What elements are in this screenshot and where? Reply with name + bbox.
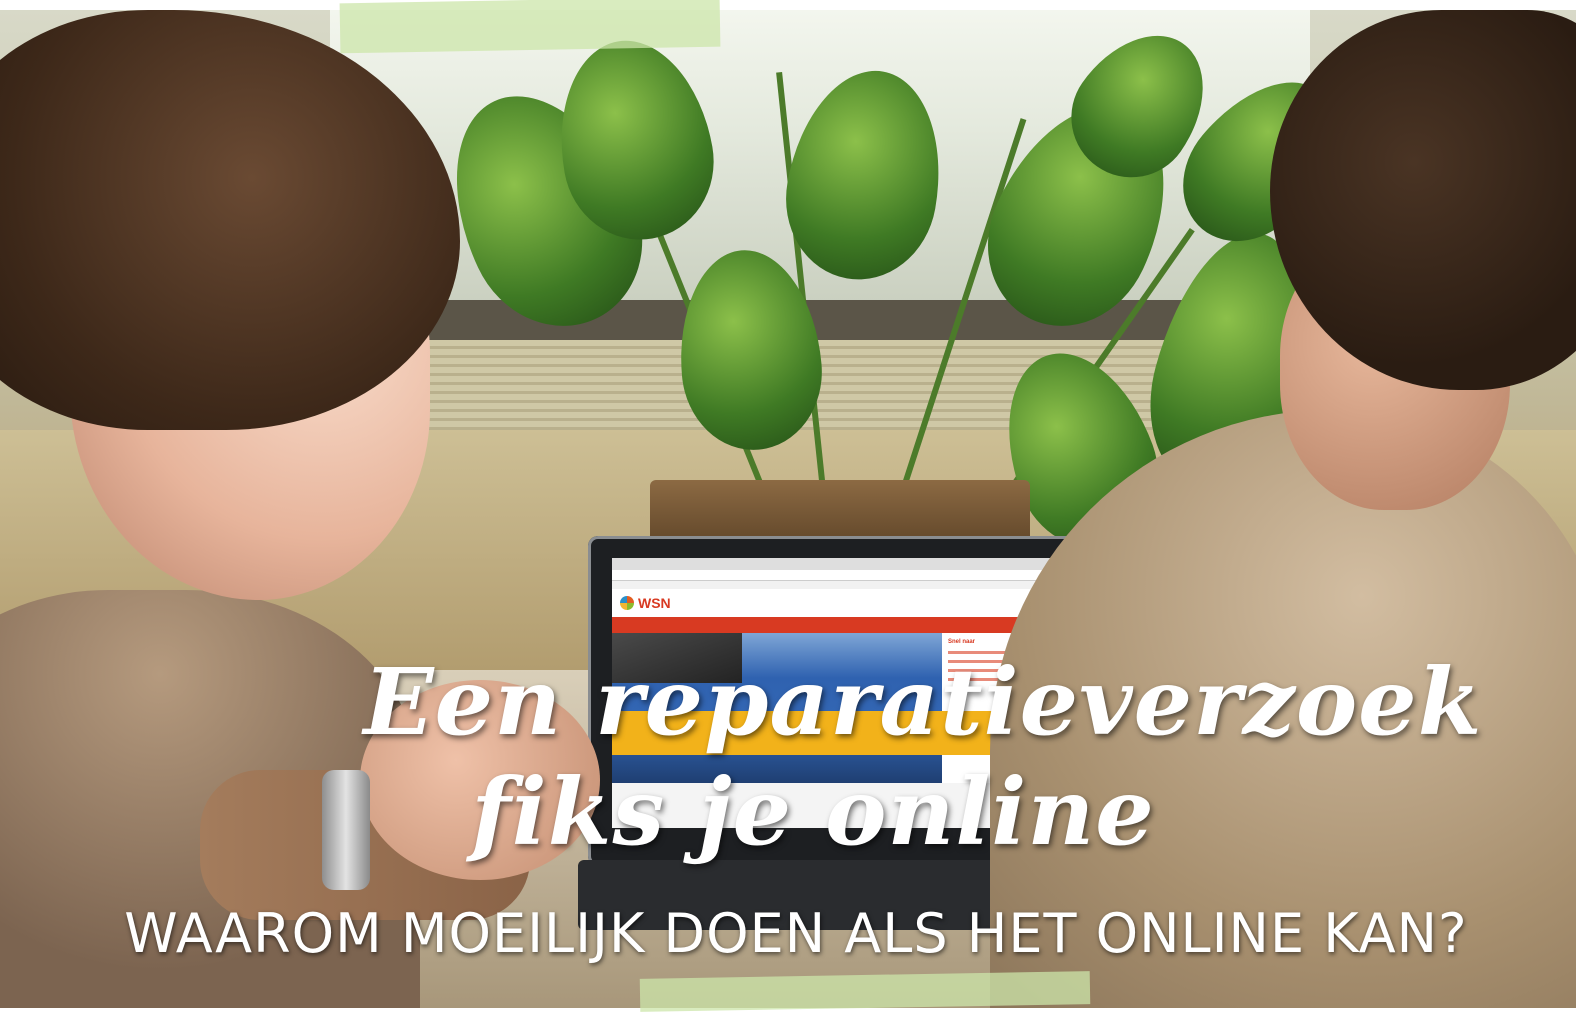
browser-address-bar (612, 570, 1056, 581)
headline-line-1: Een reparatieverzoek (363, 648, 1483, 756)
subheadline: WAAROM MOEILIJK DOEN ALS HET ONLINE KAN? (124, 902, 1468, 965)
headline-line-2: fiks je online (471, 758, 1155, 866)
website-logo-text: WSN (638, 595, 671, 611)
browser-tab-bar (612, 558, 1056, 570)
website-nav-bar (612, 617, 1056, 633)
wsn-logo-icon (620, 596, 634, 610)
website-header: WSN (612, 589, 1056, 617)
browser-bookmarks-bar (612, 581, 1056, 589)
tape-top (339, 0, 721, 54)
